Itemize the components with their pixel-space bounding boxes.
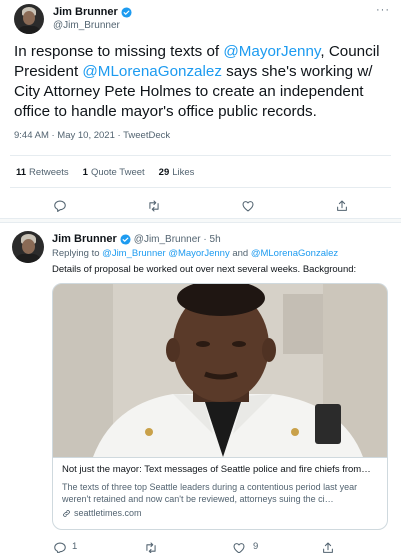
quote-count: 1	[82, 167, 88, 178]
retweets-stat[interactable]: 11 Retweets	[16, 167, 69, 178]
chief-photo	[53, 284, 387, 457]
mention-link[interactable]: @MayorJenny	[168, 248, 229, 259]
author-name-row: Jim Brunner	[53, 6, 132, 18]
mention-link[interactable]: @MayorJenny	[223, 43, 320, 60]
likes-stat[interactable]: 29 Likes	[159, 167, 195, 178]
share-icon	[337, 200, 347, 211]
share-icon	[323, 542, 333, 553]
retweets-count: 11	[16, 167, 27, 178]
reply-icon	[54, 542, 66, 553]
tweet-text: In response to missing texts of @MayorJe…	[14, 42, 394, 122]
main-tweet: Jim Brunner @Jim_Brunner ··· In response…	[0, 0, 401, 220]
reply-author-avatar[interactable]	[12, 231, 44, 263]
share-button[interactable]	[334, 198, 350, 214]
like-count: 9	[253, 541, 259, 552]
reply-author-row: Jim Brunner @Jim_Brunner · 5h	[52, 233, 221, 245]
card-domain-row: seattletimes.com	[62, 508, 380, 518]
quote-stat[interactable]: 1 Quote Tweet	[83, 167, 145, 178]
quote-label: Quote Tweet	[90, 167, 145, 178]
share-button[interactable]	[320, 540, 336, 553]
more-icon[interactable]: ···	[376, 4, 390, 16]
tweet-timestamp[interactable]: 9:44 AM · May 10, 2021 · TweetDeck	[14, 130, 170, 141]
author-name[interactable]: Jim Brunner	[53, 6, 118, 18]
card-title: Not just the mayor: Text messages of Sea…	[62, 464, 371, 475]
like-button[interactable]	[240, 198, 256, 214]
mention-link[interactable]: @MLorenaGonzalez	[82, 63, 222, 80]
reply-author-name[interactable]: Jim Brunner	[52, 233, 117, 245]
retweet-button[interactable]	[143, 540, 159, 553]
divider	[10, 187, 391, 188]
reply-icon	[54, 200, 66, 212]
reply-button[interactable]	[52, 540, 68, 553]
like-icon	[233, 543, 245, 553]
link-card[interactable]: Not just the mayor: Text messages of Sea…	[52, 283, 388, 530]
main-tweet-actions	[0, 198, 401, 214]
mention-link[interactable]: @Jim_Brunner	[102, 248, 166, 259]
card-description: The texts of three top Seattle leaders d…	[62, 482, 358, 504]
card-info: Not just the mayor: Text messages of Sea…	[53, 457, 387, 529]
mention-link[interactable]: @MLorenaGonzalez	[251, 248, 338, 259]
reply-tweet-actions: 1 9	[0, 540, 401, 553]
divider	[10, 155, 391, 156]
like-icon	[242, 201, 254, 212]
retweets-label: Retweets	[29, 167, 69, 178]
retweet-button[interactable]	[146, 198, 162, 214]
card-domain: seattletimes.com	[74, 508, 142, 518]
engagement-stats: 11 Retweets 1 Quote Tweet 29 Likes	[16, 167, 194, 178]
tweet-separator	[0, 218, 401, 223]
author-handle[interactable]: @Jim_Brunner	[53, 20, 120, 31]
reply-text: Details of proposal be worked out over n…	[52, 264, 357, 275]
tweet-text-part: In response to missing texts of	[14, 43, 224, 60]
reply-button[interactable]	[52, 198, 68, 214]
retweet-icon	[149, 200, 159, 212]
verified-icon	[121, 6, 132, 18]
likes-count: 29	[158, 167, 170, 178]
author-avatar[interactable]	[14, 4, 44, 34]
reply-count: 1	[72, 541, 78, 552]
link-icon	[63, 509, 70, 517]
likes-label: Likes	[172, 167, 195, 178]
retweet-icon	[146, 542, 156, 553]
replying-label: Replying to	[52, 248, 100, 259]
card-image	[53, 284, 387, 457]
reply-author-handle[interactable]: @Jim_Brunner · 5h	[134, 234, 221, 245]
replying-to: Replying to @Jim_Brunner @MayorJenny and…	[52, 248, 338, 259]
verified-icon	[120, 233, 131, 245]
like-button[interactable]	[231, 540, 247, 553]
replying-and: and	[232, 248, 249, 259]
